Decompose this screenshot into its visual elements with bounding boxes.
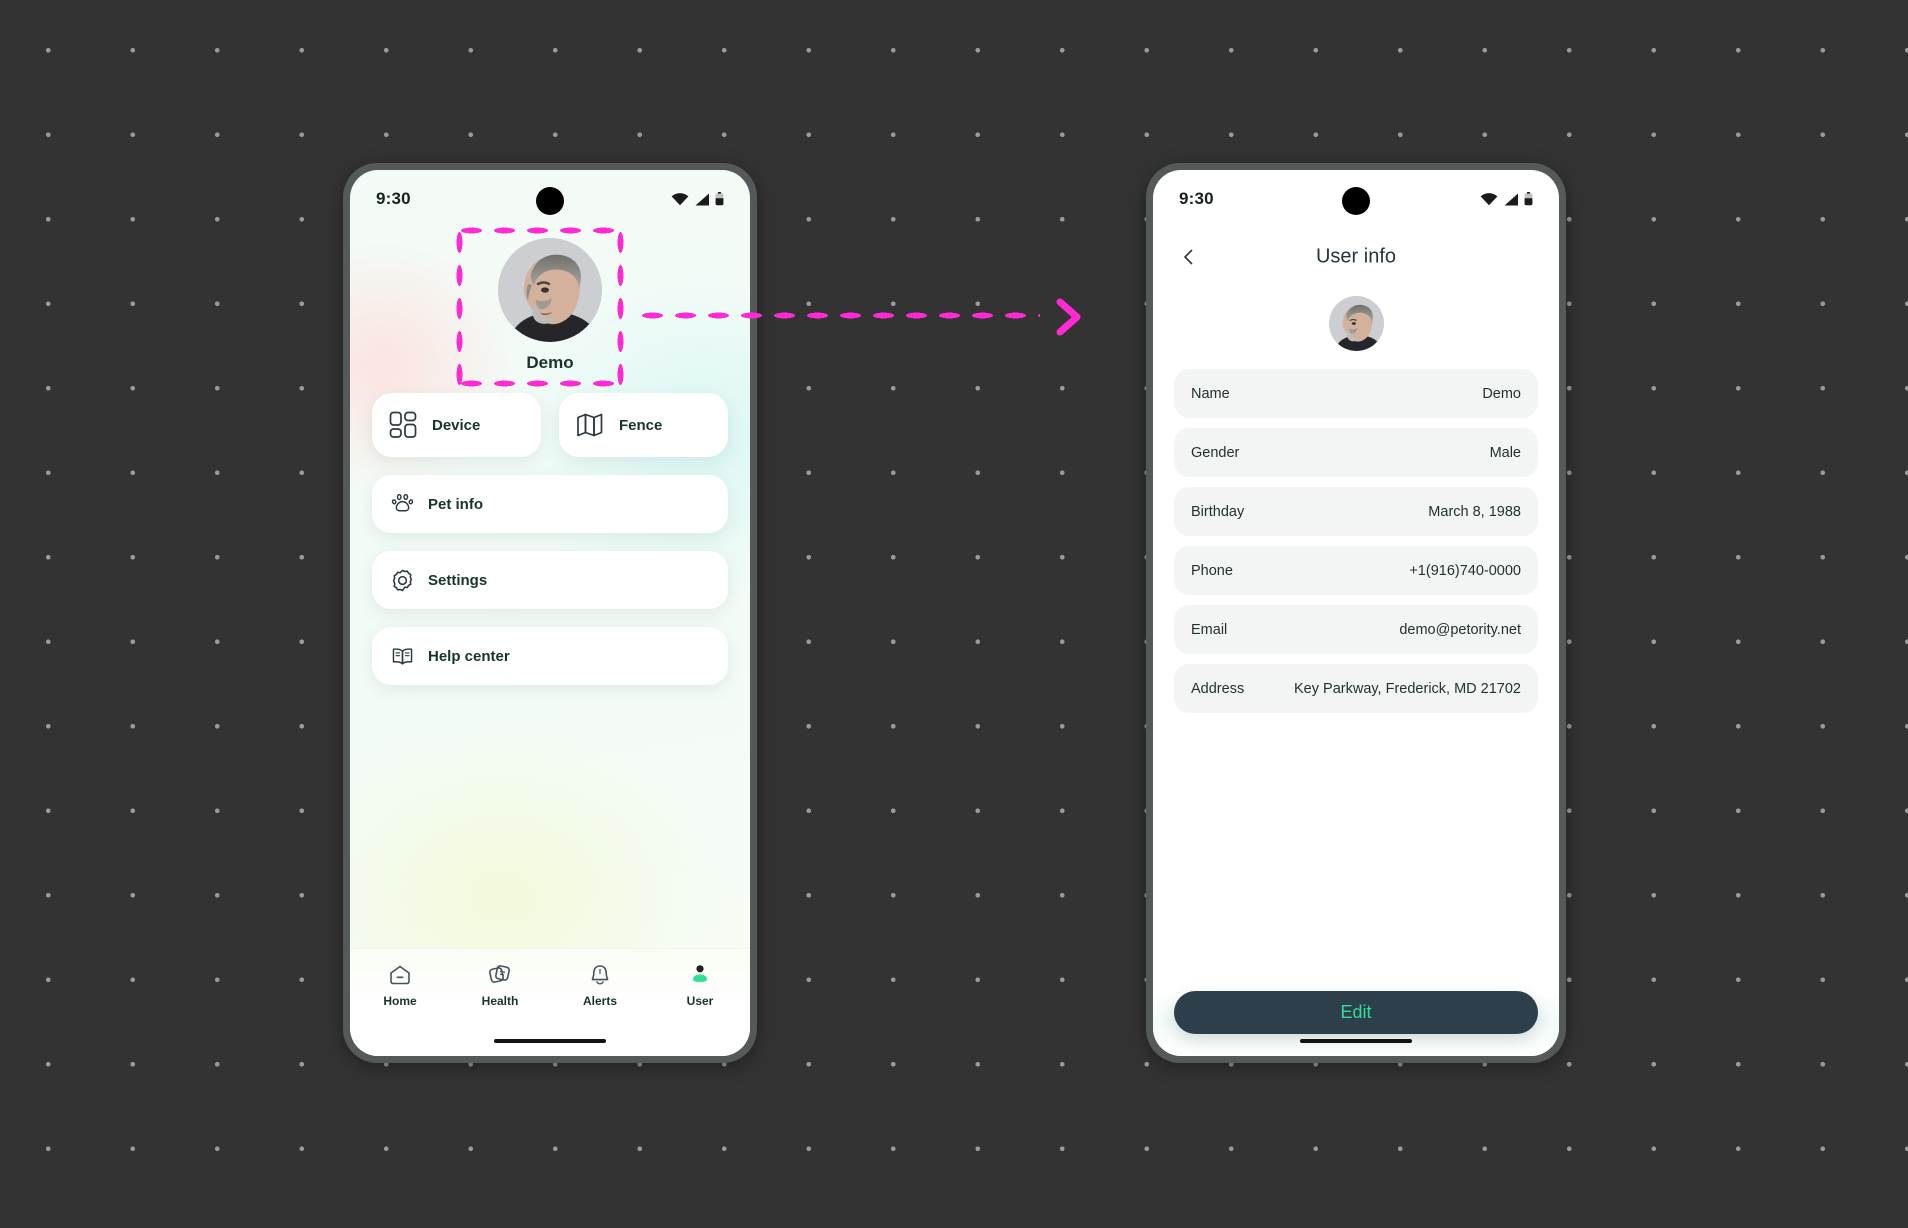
info-value: Key Parkway, Frederick, MD 21702 <box>1294 680 1521 697</box>
nav-item-alerts-label: Alerts <box>582 994 617 1008</box>
nav-item-health-label: Health <box>481 994 519 1008</box>
detail-footer: Edit <box>1153 991 1559 1056</box>
phone-frame-user-info: 9:30 User info Name Demo Gender Male Bir… <box>1146 163 1566 1063</box>
battery-icon <box>715 192 724 206</box>
connector-arrow-head <box>1052 297 1086 342</box>
card-fence[interactable]: Fence <box>559 393 728 457</box>
open-book-icon <box>390 644 415 669</box>
wifi-icon <box>671 192 689 205</box>
map-icon <box>575 410 605 440</box>
profile-avatar[interactable] <box>498 238 602 342</box>
user-avatar-photo <box>498 238 602 342</box>
camera-punchhole <box>536 187 564 215</box>
menu-row-help-center-label: Help center <box>428 647 510 665</box>
chevron-right-icon <box>1056 298 1081 336</box>
back-button[interactable] <box>1175 243 1203 271</box>
detail-avatar-wrap <box>1153 296 1559 351</box>
menu-row-settings[interactable]: Settings <box>372 551 728 609</box>
camera-punchhole-detail <box>1342 187 1370 215</box>
bell-icon <box>591 965 609 985</box>
status-time-detail: 9:30 <box>1179 189 1214 208</box>
info-label: Phone <box>1191 562 1233 579</box>
info-value: demo@petority.net <box>1399 621 1521 638</box>
home-indicator-detail <box>1300 1039 1412 1043</box>
nav-item-health[interactable]: Health <box>450 962 550 1008</box>
nav-item-alerts[interactable]: Alerts <box>550 962 650 1008</box>
info-label: Name <box>1191 385 1230 402</box>
menu-row-help-center[interactable]: Help center <box>372 627 728 685</box>
menu-area: Device Fence Pet info Settings Help cent… <box>350 373 750 685</box>
phone-screen-home: 9:30 Demo Device Fence Pet info Settings… <box>350 170 750 1056</box>
status-icons-detail <box>1480 192 1533 206</box>
battery-icon <box>1524 192 1533 206</box>
info-label: Birthday <box>1191 503 1245 520</box>
info-row-email[interactable]: Email demo@petority.net <box>1174 605 1538 654</box>
info-row-address[interactable]: Address Key Parkway, Frederick, MD 21702 <box>1174 664 1538 713</box>
status-icons <box>671 192 724 206</box>
gear-icon <box>390 568 415 593</box>
card-device-label: Device <box>432 416 481 434</box>
profile-block[interactable]: Demo <box>350 238 750 373</box>
cellular-signal-icon <box>1504 193 1518 205</box>
nav-item-home[interactable]: Home <box>350 962 450 1008</box>
nav-item-user-label: User <box>686 994 714 1008</box>
phone-frame-home: 9:30 Demo Device Fence Pet info Settings… <box>343 163 757 1063</box>
profile-name: Demo <box>526 353 574 372</box>
card-device[interactable]: Device <box>372 393 541 457</box>
info-value: Male <box>1489 444 1521 461</box>
info-label: Email <box>1191 621 1228 638</box>
info-label: Gender <box>1191 444 1240 461</box>
detail-header: User info <box>1153 228 1559 286</box>
nav-item-user[interactable]: User <box>650 962 750 1008</box>
edit-button[interactable]: Edit <box>1174 991 1538 1034</box>
home-icon <box>390 965 410 985</box>
menu-row-settings-label: Settings <box>428 571 488 589</box>
info-row-gender[interactable]: Gender Male <box>1174 428 1538 477</box>
person-icon <box>693 965 707 982</box>
info-value: +1(916)740-0000 <box>1409 562 1521 579</box>
paw-print-icon <box>390 492 415 517</box>
info-row-birthday[interactable]: Birthday March 8, 1988 <box>1174 487 1538 536</box>
cellular-signal-icon <box>695 193 709 205</box>
status-bar-home: 9:30 <box>350 170 750 228</box>
info-value: Demo <box>1482 385 1521 402</box>
info-value: March 8, 1988 <box>1428 503 1521 520</box>
grid-squares-icon <box>388 410 418 440</box>
info-row-name[interactable]: Name Demo <box>1174 369 1538 418</box>
home-screen: 9:30 Demo Device Fence Pet info Settings… <box>350 170 750 1056</box>
chevron-left-icon <box>1184 249 1193 265</box>
card-fence-label: Fence <box>619 416 663 434</box>
quick-cards-row: Device Fence <box>372 393 728 457</box>
nav-item-home-label: Home <box>383 994 417 1008</box>
menu-row-pet-info-label: Pet info <box>428 495 483 513</box>
wifi-icon <box>1480 192 1498 205</box>
bottom-navigation: Home Health Alerts User <box>350 948 750 1056</box>
info-label: Address <box>1191 680 1245 697</box>
menu-row-pet-info[interactable]: Pet info <box>372 475 728 533</box>
status-time: 9:30 <box>376 189 411 208</box>
phone-screen-user-info: 9:30 User info Name Demo Gender Male Bir… <box>1153 170 1559 1056</box>
user-avatar-photo <box>1328 296 1384 351</box>
page-title: User info <box>1315 245 1397 268</box>
detail-avatar[interactable] <box>1328 296 1384 351</box>
info-row-phone[interactable]: Phone +1(916)740-0000 <box>1174 546 1538 595</box>
home-indicator <box>494 1039 606 1043</box>
status-bar-detail: 9:30 <box>1153 170 1559 228</box>
user-info-list: Name Demo Gender Male Birthday March 8, … <box>1153 351 1559 713</box>
health-cards-icon <box>489 965 510 983</box>
user-info-screen: 9:30 User info Name Demo Gender Male Bir… <box>1153 170 1559 1056</box>
